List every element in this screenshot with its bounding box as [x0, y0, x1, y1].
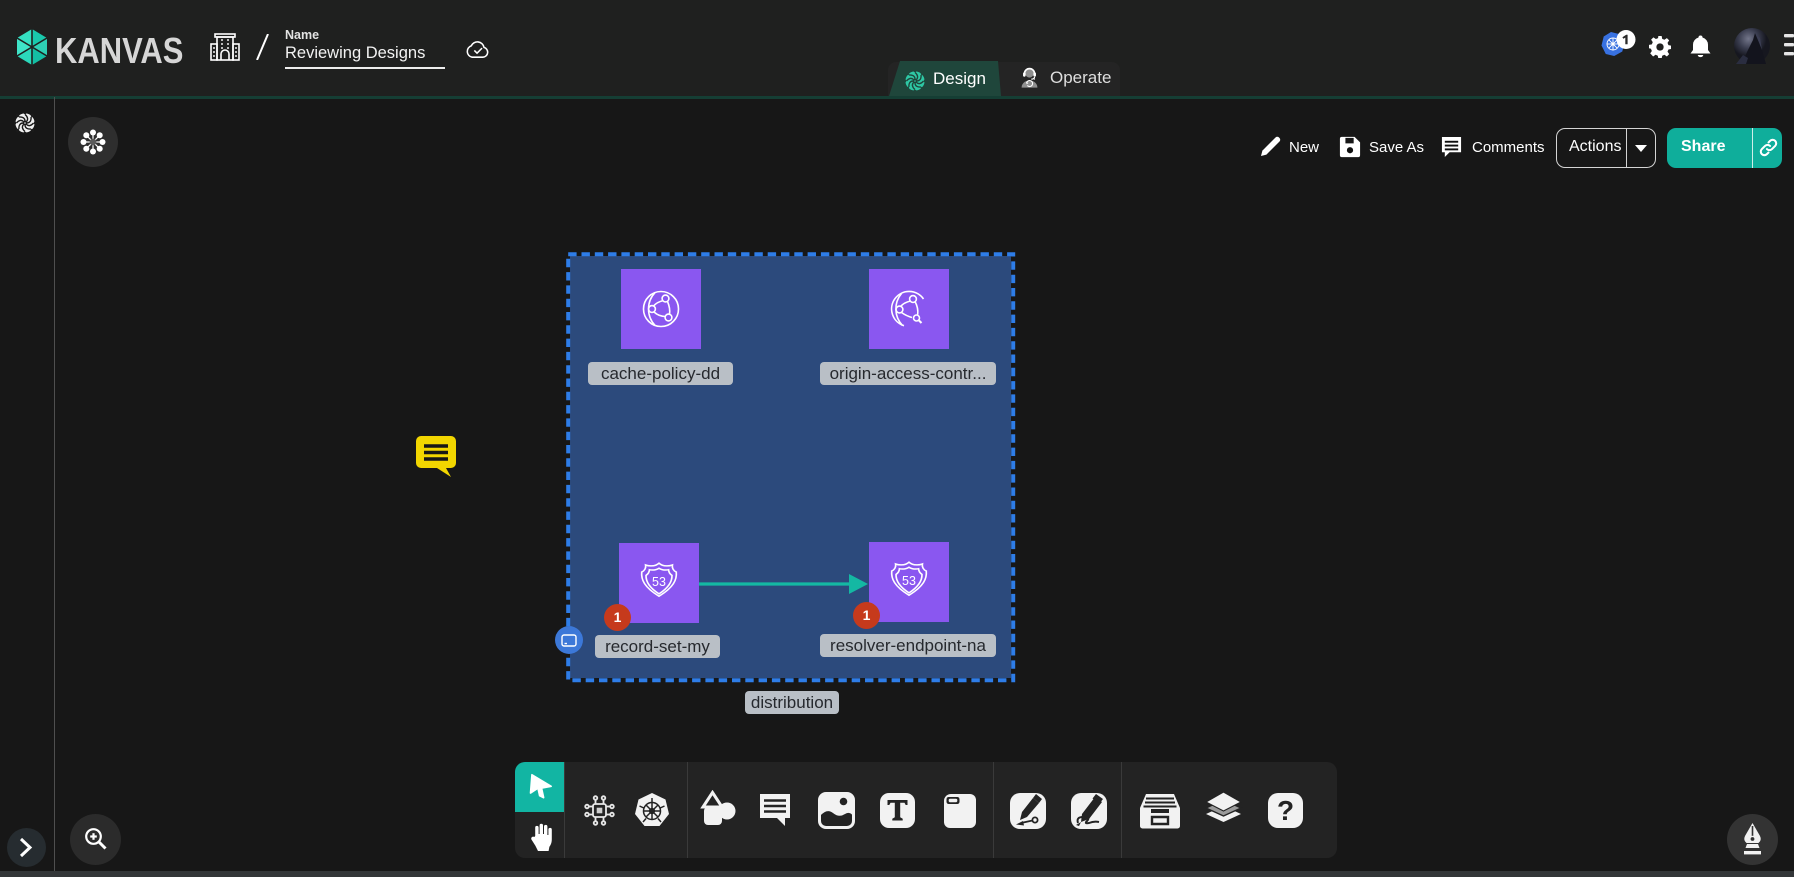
svg-text:53: 53: [902, 574, 916, 588]
svg-text:53: 53: [652, 575, 666, 589]
svg-text:?: ?: [1277, 795, 1294, 826]
